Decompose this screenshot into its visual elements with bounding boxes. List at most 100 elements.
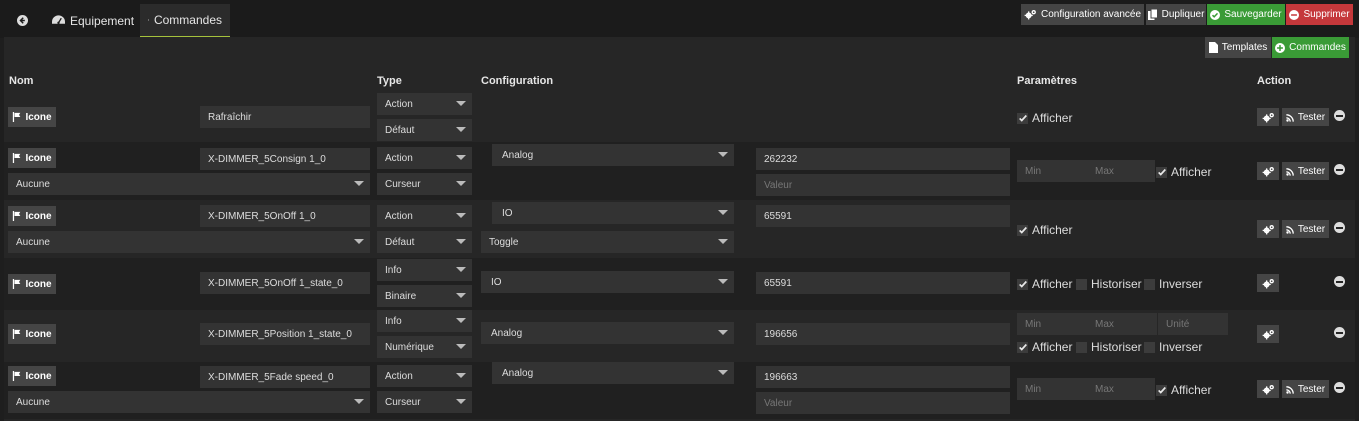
type-select[interactable]: Action — [377, 93, 472, 115]
inverser-checkbox[interactable]: Inverser — [1144, 277, 1202, 291]
remove-row-icon[interactable] — [1334, 382, 1345, 393]
historiser-checkbox[interactable]: Historiser — [1076, 277, 1142, 291]
plus-circle-icon — [1275, 42, 1286, 53]
subtype-select[interactable]: Curseur — [377, 391, 472, 413]
back-button[interactable] — [6, 4, 38, 37]
min-input[interactable]: Min — [1017, 378, 1087, 400]
subtype-select[interactable]: Défaut — [377, 231, 472, 253]
cogs-icon — [1262, 224, 1275, 235]
subtype-select[interactable]: Curseur — [377, 173, 472, 195]
afficher-checkbox[interactable]: Afficher — [1156, 165, 1211, 179]
row-icon-button[interactable]: Icone — [8, 148, 56, 168]
afficher-checkbox[interactable]: Afficher — [1017, 111, 1072, 125]
remove-row-icon[interactable] — [1334, 276, 1345, 287]
duplicate-button[interactable]: Dupliquer — [1146, 4, 1206, 25]
list-alt-icon — [148, 19, 149, 21]
header-configuration: Configuration — [481, 75, 554, 87]
flag-icon — [12, 211, 22, 221]
tab-commandes-label: Commandes — [153, 13, 222, 27]
configure-button[interactable] — [1257, 325, 1279, 343]
row-icon-button[interactable]: Icone — [8, 206, 56, 226]
cogs-icon — [1024, 9, 1037, 20]
address-input[interactable]: 65591 — [756, 205, 1010, 227]
row-icon-button[interactable]: Icone — [8, 107, 56, 127]
type-select[interactable]: Action — [377, 147, 472, 169]
value-command-select[interactable]: Aucune — [8, 231, 370, 253]
value-command-select[interactable]: Aucune — [8, 391, 370, 413]
remove-row-icon[interactable] — [1334, 222, 1345, 233]
min-input[interactable]: Min — [1017, 313, 1087, 335]
command-name-input[interactable]: X-DIMMER_5Fade speed_0 — [200, 366, 370, 388]
command-name-input[interactable]: X-DIMMER_5Position 1_state_0 — [200, 323, 370, 345]
advanced-config-button[interactable]: Configuration avancée — [1021, 4, 1144, 25]
check-icon — [1018, 342, 1028, 352]
valeur-input[interactable]: Valeur — [756, 392, 1010, 414]
check-icon — [1018, 279, 1028, 289]
configure-button[interactable] — [1257, 162, 1279, 180]
configure-button[interactable] — [1257, 220, 1279, 238]
address-input[interactable]: 196663 — [756, 366, 1010, 388]
subtype-select[interactable]: Numérique — [377, 336, 472, 358]
templates-button[interactable]: Templates — [1205, 37, 1271, 58]
historiser-checkbox[interactable]: Historiser — [1076, 340, 1142, 354]
cogs-icon — [1262, 112, 1275, 123]
remove-row-icon[interactable] — [1334, 327, 1345, 338]
command-name-input[interactable]: X-DIMMER_5Consign 1_0 — [200, 148, 370, 170]
configure-button[interactable] — [1257, 108, 1279, 126]
tester-button[interactable]: Tester — [1282, 108, 1329, 126]
afficher-checkbox[interactable]: Afficher — [1017, 340, 1072, 354]
type-select[interactable]: Action — [377, 205, 472, 227]
value-command-select[interactable]: Aucune — [8, 173, 370, 195]
arrow-circle-left-icon — [16, 15, 28, 26]
tester-button[interactable]: Tester — [1282, 220, 1329, 238]
rss-icon — [1286, 385, 1295, 394]
address-input[interactable]: 196656 — [756, 323, 1010, 345]
tester-button[interactable]: Tester — [1282, 162, 1329, 180]
type-select[interactable]: Info — [377, 259, 472, 281]
configure-button[interactable] — [1257, 274, 1279, 292]
address-input[interactable]: 65591 — [756, 272, 1010, 294]
valeur-input[interactable]: Valeur — [756, 174, 1010, 196]
remove-row-icon[interactable] — [1334, 110, 1345, 121]
type-select[interactable]: Action — [377, 365, 472, 387]
min-input[interactable]: Min — [1017, 160, 1087, 182]
cogs-icon — [1262, 278, 1275, 289]
delete-button[interactable]: Supprimer — [1286, 4, 1353, 25]
row-icon-button[interactable]: Icone — [8, 366, 56, 386]
tester-button[interactable]: Tester — [1282, 380, 1329, 398]
save-button[interactable]: Sauvegarder — [1207, 4, 1285, 25]
cogs-icon — [1262, 384, 1275, 395]
subtype-select[interactable]: Défaut — [377, 119, 472, 141]
type-select[interactable]: Info — [377, 310, 472, 332]
afficher-checkbox[interactable]: Afficher — [1156, 383, 1211, 397]
config-type-select[interactable]: IO — [492, 202, 734, 224]
config-type-select[interactable]: IO — [481, 271, 734, 293]
check-icon — [1018, 113, 1028, 123]
row-icon-button[interactable]: Icone — [8, 274, 56, 294]
inverser-checkbox[interactable]: Inverser — [1144, 340, 1202, 354]
tab-equipement[interactable]: Equipement — [44, 4, 142, 37]
copy-icon — [1147, 9, 1158, 20]
top-bar: Equipement Commandes Configuration avanc… — [0, 0, 1359, 38]
max-input[interactable]: Max — [1087, 160, 1155, 182]
command-name-input[interactable]: X-DIMMER_5OnOff 1_state_0 — [200, 272, 370, 294]
add-command-button[interactable]: Commandes — [1272, 37, 1349, 58]
subtype-select[interactable]: Binaire — [377, 285, 472, 307]
unite-input[interactable]: Unité — [1158, 313, 1228, 335]
tab-commandes[interactable]: Commandes — [140, 4, 230, 37]
flag-icon — [12, 153, 22, 163]
remove-row-icon[interactable] — [1334, 164, 1345, 175]
afficher-checkbox[interactable]: Afficher — [1017, 277, 1072, 291]
afficher-checkbox[interactable]: Afficher — [1017, 223, 1072, 237]
address-input[interactable]: 262232 — [756, 148, 1010, 170]
command-name-input[interactable]: X-DIMMER_5OnOff 1_0 — [200, 205, 370, 227]
config-mode-select[interactable]: Toggle — [481, 231, 734, 253]
row-icon-button[interactable]: Icone — [8, 324, 56, 344]
config-type-select[interactable]: Analog — [492, 362, 734, 384]
max-input[interactable]: Max — [1087, 378, 1155, 400]
max-input[interactable]: Max — [1087, 313, 1157, 335]
command-name-input[interactable]: Rafraîchir — [200, 106, 370, 128]
configure-button[interactable] — [1257, 380, 1279, 398]
config-type-select[interactable]: Analog — [481, 322, 734, 344]
config-type-select[interactable]: Analog — [492, 144, 734, 166]
